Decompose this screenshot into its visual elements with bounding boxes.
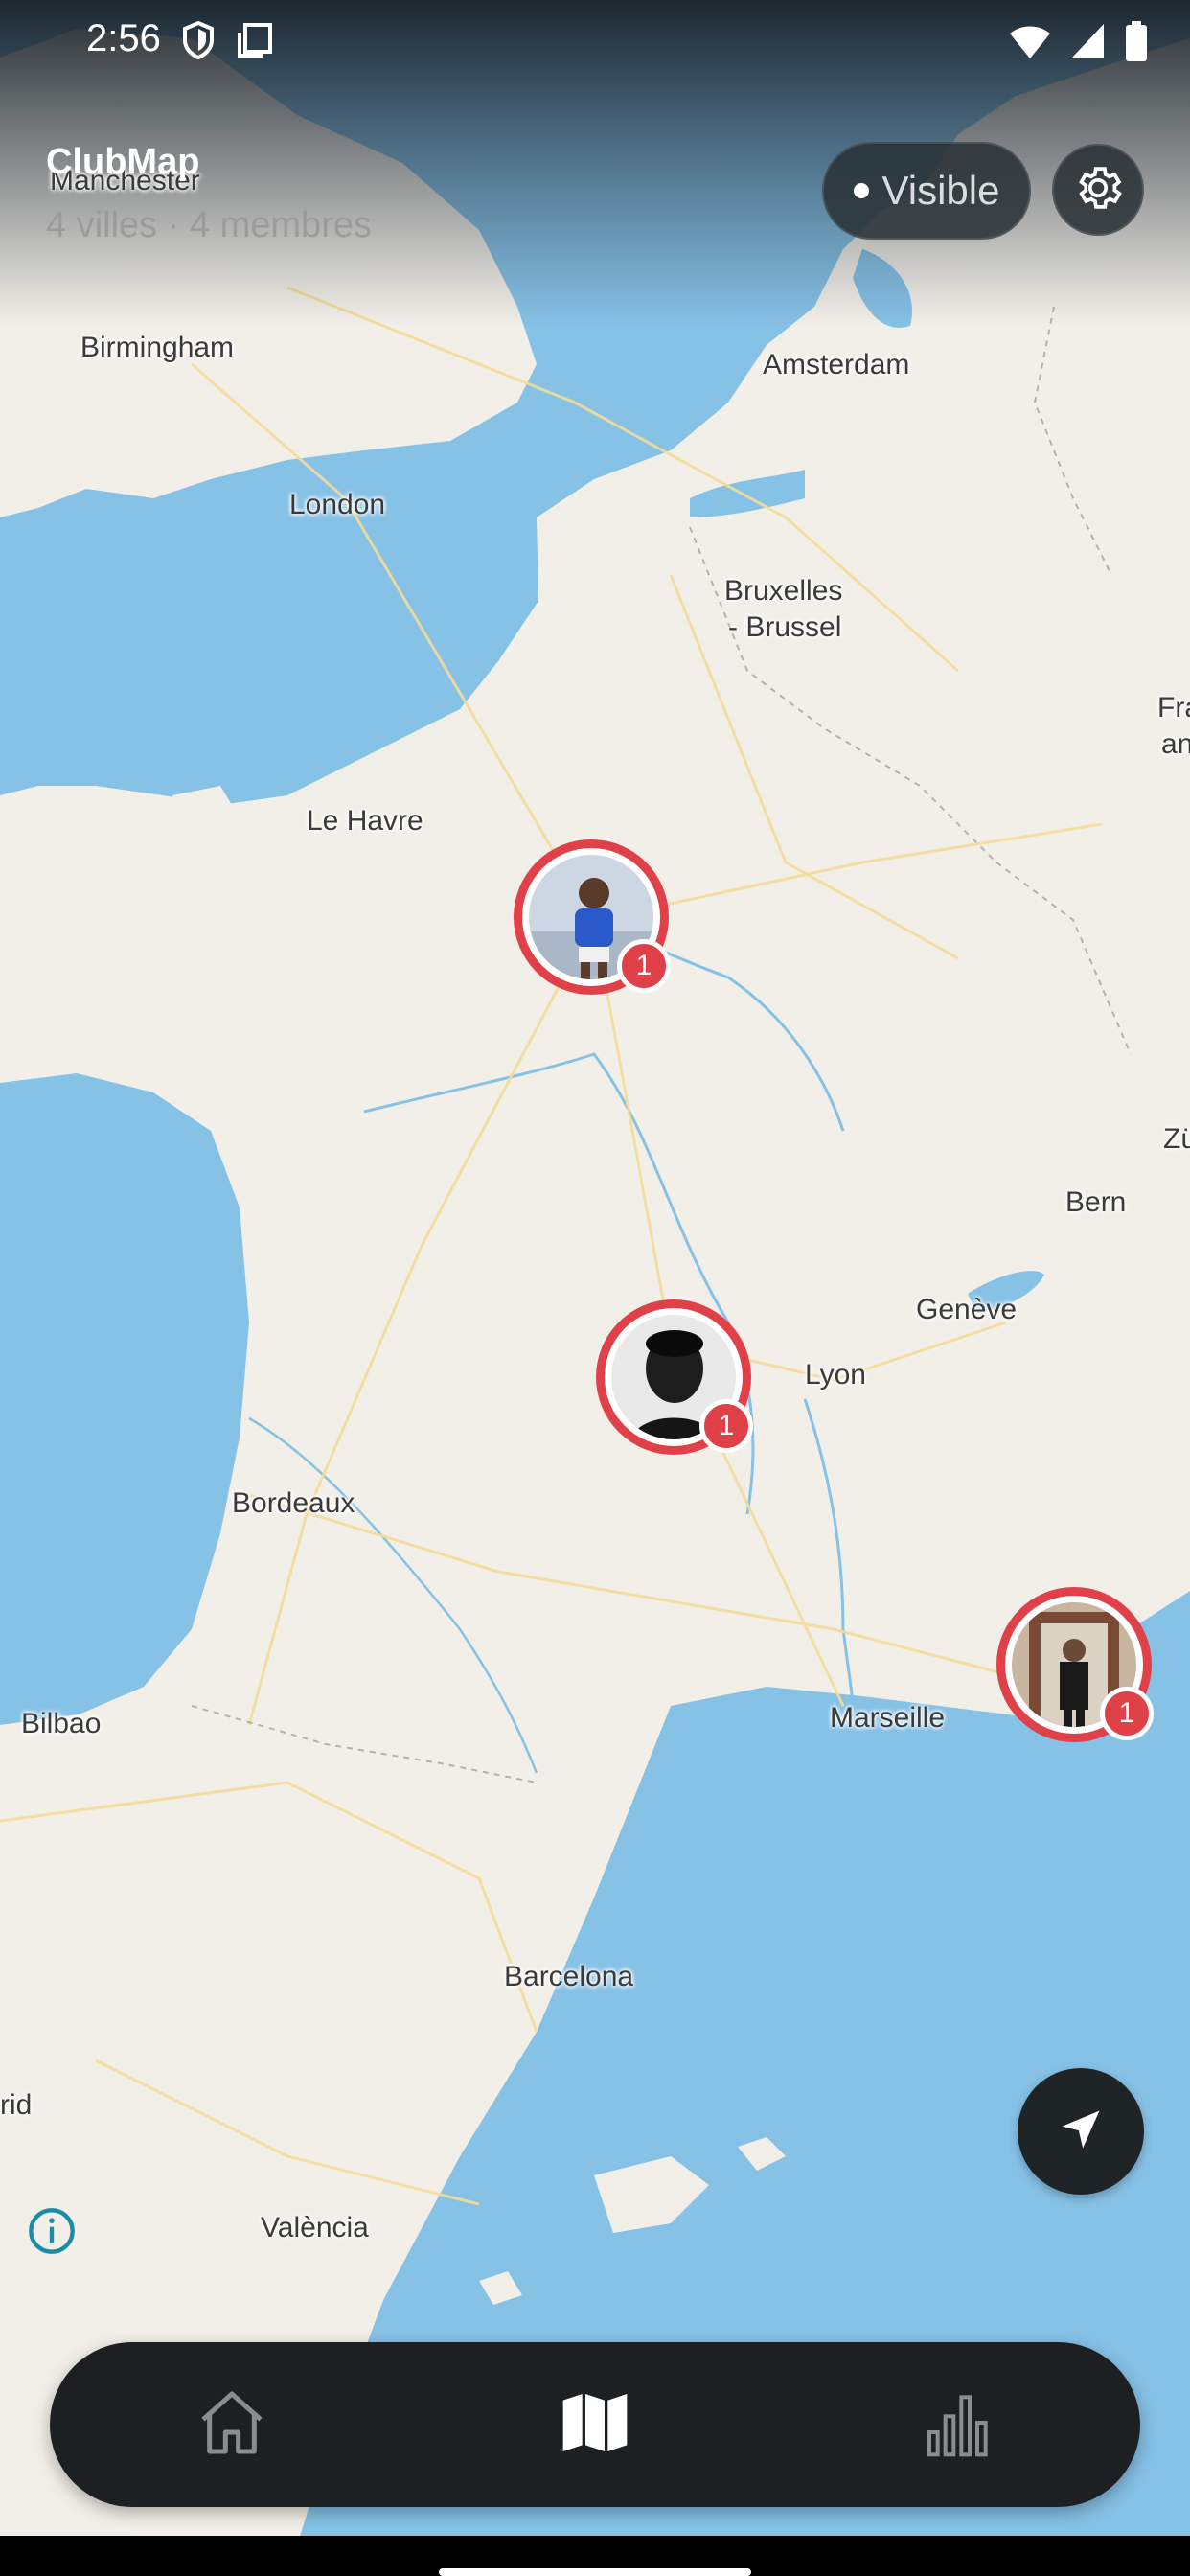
status-bar: 2:56 — [0, 0, 1190, 80]
map-label: Birmingham — [80, 332, 235, 363]
map-label: London — [289, 489, 386, 520]
bottom-navigation — [50, 2342, 1140, 2507]
nav-stats[interactable] — [862, 2342, 1054, 2507]
bar-chart-icon — [920, 2384, 996, 2466]
wifi-icon — [1008, 22, 1052, 65]
map-icon — [557, 2384, 633, 2466]
locate-me-button[interactable] — [1018, 2068, 1144, 2195]
app-title: ClubMap — [46, 142, 200, 182]
member-marker[interactable]: 1 — [596, 1300, 753, 1455]
battery-icon — [1125, 21, 1148, 66]
map-label: Marseille — [830, 1702, 946, 1734]
home-indicator[interactable] — [439, 2568, 751, 2576]
app-subtitle: 4 villes · 4 membres — [46, 205, 372, 245]
map-label: - Brussel — [728, 611, 842, 643]
map-attribution-info-button[interactable] — [27, 2206, 77, 2261]
status-time: 2:56 — [86, 17, 161, 59]
map-canvas[interactable] — [0, 0, 1190, 2576]
status-right-icons — [1008, 21, 1148, 66]
signal-icon — [1069, 22, 1108, 65]
map-label: Lyon — [805, 1359, 866, 1391]
nav-home[interactable] — [136, 2342, 328, 2507]
map-label: Genève — [916, 1294, 1018, 1325]
gear-icon — [1071, 161, 1125, 219]
map-label: Amsterdam — [763, 349, 910, 380]
member-count-badge: 1 — [699, 1399, 753, 1453]
visibility-toggle[interactable]: Visible — [822, 142, 1031, 240]
member-count-badge: 1 — [1100, 1687, 1154, 1740]
map-label: València — [261, 2212, 369, 2243]
map-label: Barcelona — [504, 1961, 634, 1992]
info-icon — [27, 2206, 77, 2261]
navigation-arrow-icon — [1056, 2104, 1106, 2159]
home-icon — [194, 2384, 270, 2466]
map-label: Fra — [1157, 692, 1190, 724]
shield-icon — [182, 20, 215, 64]
visibility-label: Visible — [881, 168, 1000, 213]
map-label: Bern — [1065, 1186, 1127, 1218]
map-label: Le Havre — [307, 805, 423, 837]
status-dot-icon — [853, 183, 869, 198]
nav-map[interactable] — [499, 2342, 691, 2507]
map-label: rid — [0, 2089, 33, 2121]
status-left-icons — [182, 20, 274, 64]
map-label: Bruxelles — [724, 575, 843, 607]
member-count-badge: 1 — [617, 939, 671, 993]
settings-button[interactable] — [1052, 144, 1144, 236]
map-label: an — [1161, 728, 1190, 760]
map-label: Zü — [1163, 1123, 1190, 1155]
map-label: Bordeaux — [232, 1487, 355, 1519]
map-label: Bilbao — [21, 1708, 102, 1739]
copy-icon — [236, 21, 274, 64]
member-marker[interactable]: 1 — [514, 840, 671, 995]
member-marker[interactable]: 1 — [996, 1587, 1154, 1742]
